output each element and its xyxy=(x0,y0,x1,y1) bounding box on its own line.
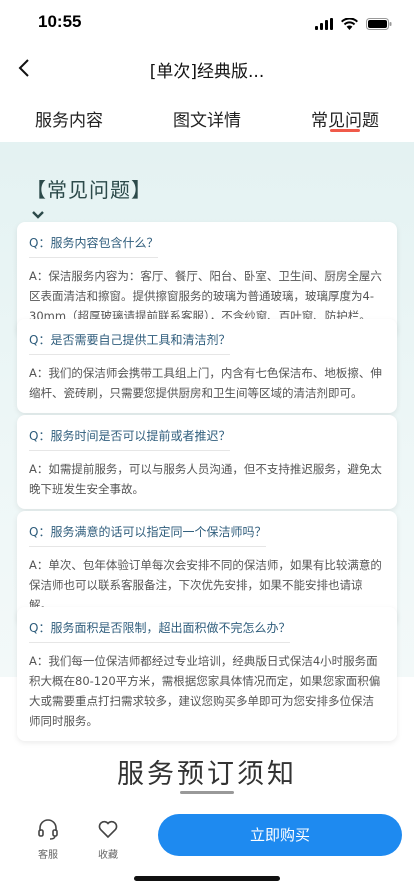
page-title: [单次]经典版... xyxy=(149,62,265,82)
favorite-label: 收藏 xyxy=(98,850,118,861)
battery-icon xyxy=(366,15,392,34)
signal-icon xyxy=(315,15,333,34)
nav-bar: [单次]经典版... xyxy=(0,46,414,90)
buy-now-button[interactable]: 立即购买 xyxy=(158,814,402,856)
faq-answer: A：保洁服务内容为：客厅、餐厅、阳台、卧室、卫生间、厨房全屋六区表面清洁和擦窗。… xyxy=(29,269,382,323)
headset-icon xyxy=(38,819,58,840)
faq-question: Q：服务面积是否限制，超出面积做不完怎么办？ xyxy=(29,619,291,643)
tab-details[interactable]: 图文详情 xyxy=(138,90,276,142)
title-underline xyxy=(180,791,234,794)
faq-card: Q：服务时间是否可以提前或者推迟？ A：如需提前服务，可以与服务人员沟通，但不支… xyxy=(17,415,397,509)
status-time: 10:55 xyxy=(38,12,82,31)
wifi-icon xyxy=(341,15,358,34)
status-bar: 10:55 xyxy=(0,0,414,46)
tab-bar: 服务内容 图文详情 常见问题 xyxy=(0,90,414,142)
booking-notice-title: 服务预订须知 xyxy=(117,759,297,790)
faq-question: Q：服务内容包含什么？ xyxy=(29,234,159,258)
tab-service-content[interactable]: 服务内容 xyxy=(0,90,138,142)
chevron-down-icon xyxy=(32,204,44,223)
status-icons xyxy=(315,15,392,34)
section-title: 【常见问题】 xyxy=(26,178,152,202)
bottom-bar: 客服 收藏 立即购买 xyxy=(0,806,414,896)
heart-icon xyxy=(98,820,118,839)
faq-section: 【常见问题】 Q：服务内容包含什么？ A：保洁服务内容为：客厅、餐厅、阳台、卧室… xyxy=(0,142,414,741)
faq-question: Q：是否需要自己提供工具和清洁剂？ xyxy=(29,331,231,355)
faq-card: Q：服务面积是否限制，超出面积做不完怎么办？ A：我们每一位保洁师都经过专业培训… xyxy=(17,607,397,741)
faq-question: Q：服务时间是否可以提前或者推迟？ xyxy=(29,427,231,451)
customer-service-button[interactable]: 客服 xyxy=(28,818,68,861)
faq-card: Q：是否需要自己提供工具和清洁剂？ A：我们的保洁师会携带工具组上门，内含有七色… xyxy=(17,319,397,413)
customer-service-label: 客服 xyxy=(38,850,58,861)
faq-answer: A：单次、包年体验订单每次会安排不同的保洁师，如果有比较满意的保洁师也可以联系客… xyxy=(29,558,382,612)
favorite-button[interactable]: 收藏 xyxy=(88,818,128,861)
faq-answer: A：我们的保洁师会携带工具组上门，内含有七色保洁布、地板擦、伸缩杆、瓷砖刷，只需… xyxy=(29,366,382,400)
faq-answer: A：我们每一位保洁师都经过专业培训，经典版日式保洁4小时服务面积大概在80-12… xyxy=(29,654,381,728)
home-indicator xyxy=(134,876,280,881)
faq-question: Q：服务满意的话可以指定同一个保洁师吗？ xyxy=(29,523,267,547)
tab-faq[interactable]: 常见问题 xyxy=(276,90,414,142)
faq-answer: A：如需提前服务，可以与服务人员沟通，但不支持推迟服务，避免太晚下班发生安全事故… xyxy=(29,462,382,496)
